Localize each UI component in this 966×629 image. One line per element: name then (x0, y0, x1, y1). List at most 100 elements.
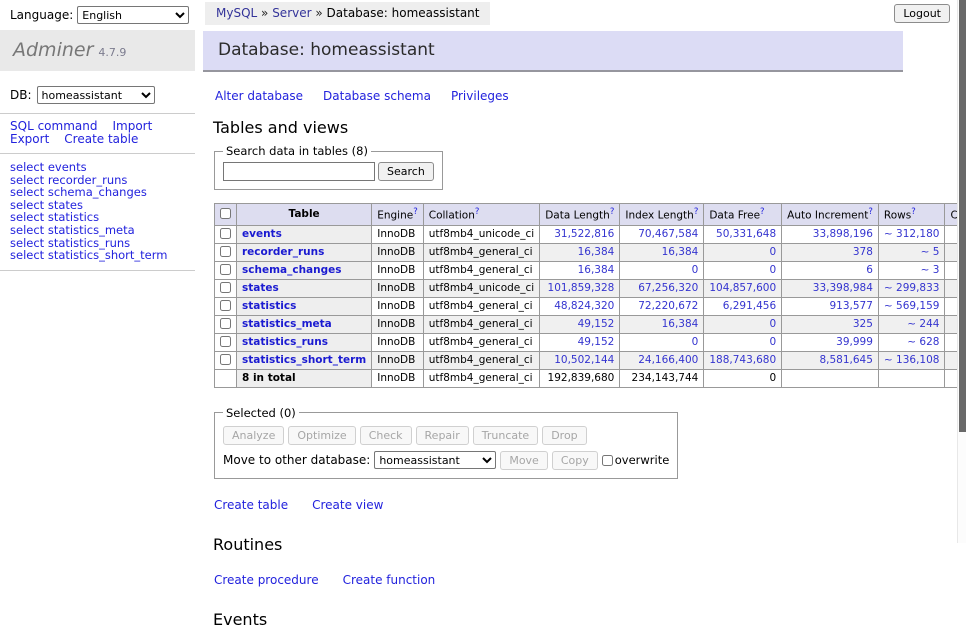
database-action-link[interactable]: Privileges (451, 89, 509, 103)
index-length-link[interactable]: 70,467,584 (638, 228, 698, 240)
move-button[interactable]: Move (500, 451, 548, 470)
data-length-link[interactable]: 48,824,320 (554, 300, 614, 312)
analyze-button[interactable]: Analyze (223, 426, 284, 445)
sidebar-select-link[interactable]: select events (10, 161, 195, 174)
overwrite-checkbox[interactable] (602, 455, 613, 466)
hint-link[interactable]: ? (610, 207, 615, 217)
index-length-link[interactable]: 24,166,400 (638, 354, 698, 366)
create-link[interactable]: Create table (214, 498, 288, 512)
rows-link[interactable]: ~ 244 (907, 318, 939, 330)
footer-data-length-cell: 192,839,680 (540, 369, 620, 387)
row-checkbox[interactable] (220, 336, 231, 347)
row-checkbox[interactable] (220, 354, 231, 365)
index-length-link[interactable]: 16,384 (662, 246, 699, 258)
sidebar-action-link[interactable]: Create table (64, 132, 138, 146)
sidebar-select-link[interactable]: select schema_changes (10, 186, 195, 199)
repair-button[interactable]: Repair (416, 426, 469, 445)
table-name-link[interactable]: states (242, 282, 279, 294)
sidebar-select-link[interactable]: select statistics_meta (10, 224, 195, 237)
scrollbar-thumb[interactable] (959, 0, 966, 432)
rows-link[interactable]: ~ 569,159 (884, 300, 940, 312)
copy-button[interactable]: Copy (552, 451, 598, 470)
hint-link[interactable]: ? (760, 207, 765, 217)
table-name-link[interactable]: statistics_runs (242, 336, 328, 348)
auto-increment-link[interactable]: 325 (853, 318, 873, 330)
search-button[interactable]: Search (378, 162, 434, 181)
rows-link[interactable]: ~ 136,108 (884, 354, 940, 366)
data-length-link[interactable]: 16,384 (578, 246, 615, 258)
data-free-link[interactable]: 104,857,600 (709, 282, 776, 294)
index-length-link[interactable]: 72,220,672 (638, 300, 698, 312)
auto-increment-link[interactable]: 39,999 (836, 336, 873, 348)
routine-link[interactable]: Create function (343, 573, 436, 587)
optimize-button[interactable]: Optimize (288, 426, 355, 445)
truncate-button[interactable]: Truncate (473, 426, 538, 445)
data-free-link[interactable]: 188,743,680 (709, 354, 776, 366)
auto-increment-link[interactable]: 378 (853, 246, 873, 258)
rows-link[interactable]: ~ 312,180 (884, 228, 940, 240)
table-name-link[interactable]: statistics (242, 300, 296, 312)
auto-increment-link[interactable]: 33,398,984 (813, 282, 873, 294)
auto-increment-link[interactable]: 33,898,196 (813, 228, 873, 240)
select-all-checkbox[interactable] (220, 208, 231, 219)
hint-link[interactable]: ? (868, 207, 873, 217)
table-name-link[interactable]: events (242, 228, 282, 240)
check-button[interactable]: Check (360, 426, 412, 445)
database-action-link[interactable]: Database schema (323, 89, 431, 103)
row-checkbox[interactable] (220, 246, 231, 257)
hint-link[interactable]: ? (694, 207, 699, 217)
row-checkbox[interactable] (220, 318, 231, 329)
table-name-link[interactable]: recorder_runs (242, 246, 324, 258)
sidebar-select-link[interactable]: select statistics_short_term (10, 249, 195, 262)
rows-link[interactable]: ~ 5 (921, 246, 940, 258)
data-length-link[interactable]: 16,384 (578, 264, 615, 276)
data-free-link[interactable]: 0 (769, 246, 776, 258)
sidebar-action-link[interactable]: Export (10, 132, 49, 146)
table-name-link[interactable]: statistics_meta (242, 318, 332, 330)
data-free-link[interactable]: 0 (769, 264, 776, 276)
data-length-link[interactable]: 101,859,328 (548, 282, 615, 294)
row-checkbox[interactable] (220, 228, 231, 239)
language-select[interactable]: English (77, 6, 189, 24)
index-length-link[interactable]: 0 (692, 264, 699, 276)
auto-increment-link[interactable]: 6 (866, 264, 873, 276)
data-free-link[interactable]: 0 (769, 318, 776, 330)
row-checkbox[interactable] (220, 300, 231, 311)
hint-link[interactable]: ? (911, 207, 916, 217)
overwrite-option[interactable]: overwrite (602, 453, 670, 467)
rows-link[interactable]: ~ 628 (907, 336, 939, 348)
row-checkbox[interactable] (220, 264, 231, 275)
data-free-link[interactable]: 0 (769, 336, 776, 348)
auto-increment-link[interactable]: 8,581,645 (819, 354, 872, 366)
move-db-select[interactable]: homeassistant (374, 451, 496, 469)
scrollbar-track[interactable] (957, 0, 966, 543)
table-name-link[interactable]: statistics_short_term (242, 354, 366, 366)
data-length-link[interactable]: 49,152 (578, 336, 615, 348)
table-row: recorder_runsInnoDButf8mb4_general_ci16,… (215, 243, 966, 261)
sidebar-action-link[interactable]: SQL command (10, 119, 97, 133)
routine-link[interactable]: Create procedure (214, 573, 319, 587)
row-checkbox[interactable] (220, 282, 231, 293)
data-length-link[interactable]: 49,152 (578, 318, 615, 330)
rows-link[interactable]: ~ 299,833 (884, 282, 940, 294)
data-length-link[interactable]: 10,502,144 (554, 354, 614, 366)
hint-link[interactable]: ? (413, 207, 418, 217)
index-length-link[interactable]: 16,384 (662, 318, 699, 330)
index-length-link[interactable]: 0 (692, 336, 699, 348)
db-select[interactable]: homeassistant (37, 86, 155, 104)
create-link[interactable]: Create view (312, 498, 383, 512)
rows-link[interactable]: ~ 3 (921, 264, 940, 276)
data-free-link[interactable]: 6,291,456 (723, 300, 776, 312)
drop-button[interactable]: Drop (542, 426, 586, 445)
data-free-link[interactable]: 50,331,648 (716, 228, 776, 240)
table-name-link[interactable]: schema_changes (242, 264, 342, 276)
page-title: Database: homeassistant (203, 31, 903, 72)
search-input[interactable] (223, 162, 375, 181)
data-length-link[interactable]: 31,522,816 (554, 228, 614, 240)
auto-increment-link[interactable]: 913,577 (830, 300, 873, 312)
hint-link[interactable]: ? (475, 207, 480, 217)
index-length-link[interactable]: 67,256,320 (638, 282, 698, 294)
adminer-logo-text[interactable]: Adminer (13, 39, 93, 61)
database-action-link[interactable]: Alter database (215, 89, 303, 103)
sidebar-action-link[interactable]: Import (112, 119, 152, 133)
